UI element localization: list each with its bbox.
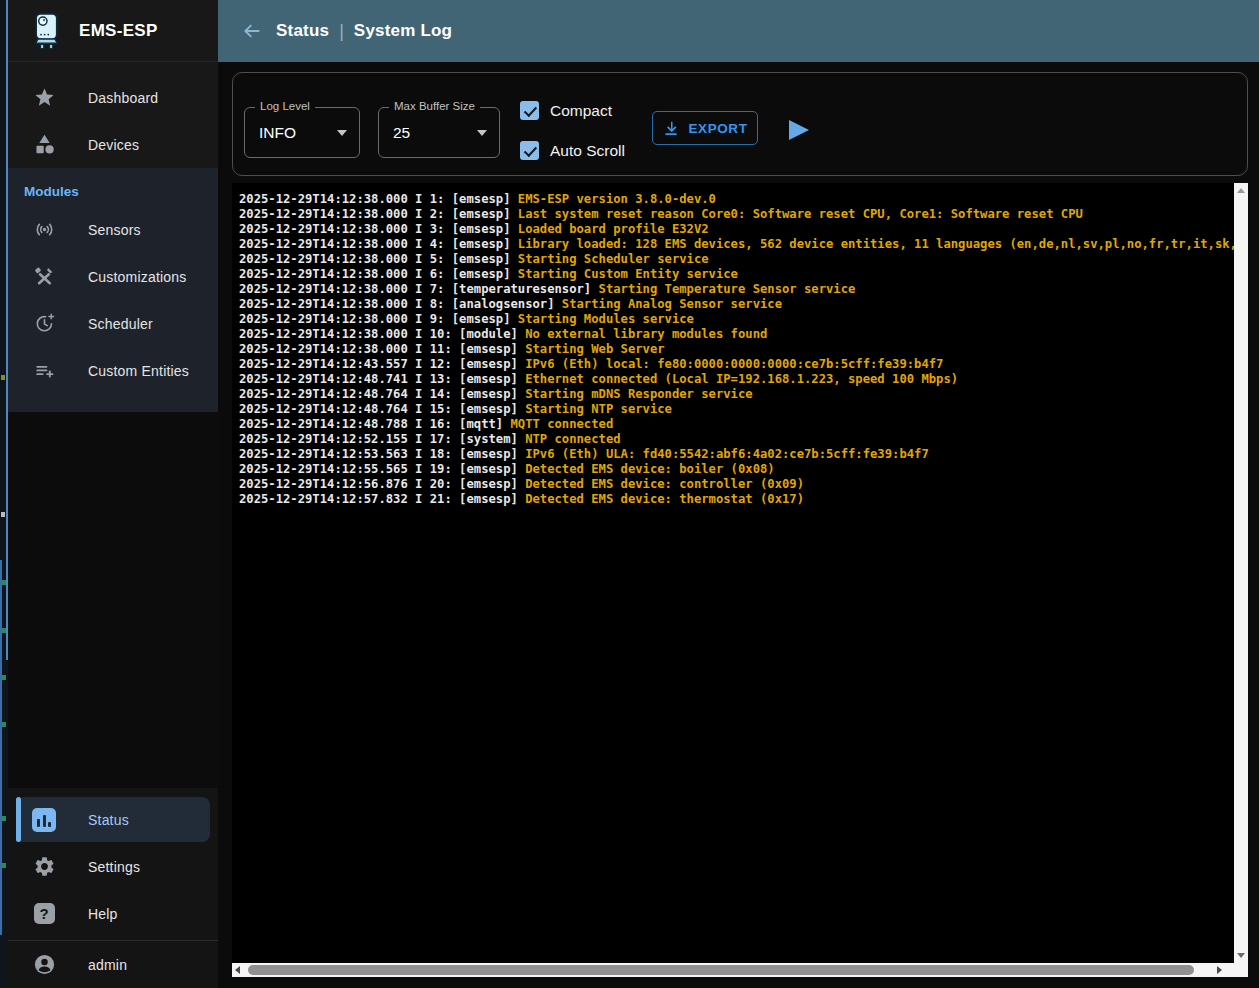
sidebar-item-devices[interactable]: Devices [8, 121, 218, 168]
sidebar-item-label: Devices [88, 137, 139, 153]
vertical-scrollbar[interactable] [1234, 183, 1248, 963]
horizontal-scrollbar-thumb[interactable] [248, 965, 1194, 975]
scroll-right-arrow-icon[interactable] [1217, 966, 1222, 974]
chevron-down-icon [337, 130, 347, 136]
scroll-left-arrow-icon[interactable] [235, 966, 240, 974]
log-line: 2025-12-29T14:12:56.876 I 20: [emsesp] D… [239, 477, 1234, 492]
max-buffer-label: Max Buffer Size [389, 100, 480, 112]
log-line: 2025-12-29T14:12:38.000 I 11: [emsesp] S… [239, 342, 1234, 357]
sidebar-item-settings[interactable]: Settings [8, 843, 218, 890]
compact-label: Compact [550, 102, 612, 120]
page-title: System Log [354, 21, 452, 41]
sidebar-item-help[interactable]: ? Help [8, 890, 218, 937]
system-log-panel: 2025-12-29T14:12:38.000 I 1: [emsesp] EM… [232, 183, 1248, 977]
max-buffer-value: 25 [393, 124, 410, 142]
log-line: 2025-12-29T14:12:38.000 I 1: [emsesp] EM… [239, 192, 1234, 207]
bar-chart-icon [32, 808, 56, 832]
sidebar-item-label: Settings [88, 859, 140, 875]
breadcrumb-divider: | [339, 21, 344, 42]
sidebar-item-label: Customizations [88, 269, 187, 285]
sidebar-spacer [8, 412, 218, 788]
autoscroll-label: Auto Scroll [550, 142, 625, 160]
log-line: 2025-12-29T14:12:38.000 I 7: [temperatur… [239, 282, 1234, 297]
log-line: 2025-12-29T14:12:43.557 I 12: [emsesp] I… [239, 357, 1234, 372]
log-level-select[interactable]: Log Level INFO [244, 107, 360, 158]
compact-checkbox[interactable] [520, 101, 539, 120]
log-line: 2025-12-29T14:12:53.563 I 18: [emsesp] I… [239, 447, 1234, 462]
autoscroll-checkbox-row: Auto Scroll [520, 141, 625, 160]
sidebar-item-sensors[interactable]: Sensors [8, 206, 218, 253]
compact-checkbox-row: Compact [520, 101, 612, 120]
log-line: 2025-12-29T14:12:48.764 I 14: [emsesp] S… [239, 387, 1234, 402]
log-line: 2025-12-29T14:12:38.000 I 6: [emsesp] St… [239, 267, 1234, 282]
sidebar-item-custom-entities[interactable]: Custom Entities [8, 347, 218, 394]
log-line: 2025-12-29T14:12:38.000 I 3: [emsesp] Lo… [239, 222, 1234, 237]
sidebar-item-admin[interactable]: admin [8, 940, 218, 988]
scroll-down-arrow-icon[interactable] [1237, 953, 1245, 958]
sidebar-bottom-group: Status Settings ? Help admin [8, 788, 218, 988]
arrow-left-icon [242, 21, 262, 41]
antenna-icon [32, 218, 56, 242]
sidebar-item-label: Dashboard [88, 90, 158, 106]
star-icon [32, 86, 56, 110]
playlist-add-icon [32, 359, 56, 383]
sidebar-item-label: Help [88, 906, 118, 922]
page-header: Status | System Log [218, 0, 1259, 62]
sidebar-item-scheduler[interactable]: Scheduler [8, 300, 218, 347]
sidebar-item-dashboard[interactable]: Dashboard [8, 74, 218, 121]
sidebar-item-label: Status [88, 812, 129, 828]
autoscroll-checkbox[interactable] [520, 141, 539, 160]
play-icon[interactable] [789, 120, 809, 140]
sidebar-item-label: Custom Entities [88, 363, 189, 379]
log-controls-panel: Log Level INFO Max Buffer Size 25 Compac… [232, 72, 1248, 176]
download-icon [662, 119, 680, 137]
log-line: 2025-12-29T14:12:55.565 I 19: [emsesp] D… [239, 462, 1234, 477]
tools-icon [32, 265, 56, 289]
background-window-strip [0, 0, 8, 988]
sidebar-item-label: admin [88, 957, 127, 973]
sidebar-modules-group: Modules Sensors [8, 168, 218, 412]
log-line: 2025-12-29T14:12:38.000 I 4: [emsesp] Li… [239, 237, 1234, 252]
export-label: EXPORT [688, 121, 747, 136]
scrollbar-corner [1234, 963, 1248, 977]
sidebar-item-label: Scheduler [88, 316, 153, 332]
person-icon [32, 953, 56, 977]
boiler-logo-icon [28, 11, 64, 51]
log-line: 2025-12-29T14:12:38.000 I 9: [emsesp] St… [239, 312, 1234, 327]
scroll-up-arrow-icon[interactable] [1237, 188, 1245, 193]
log-line: 2025-12-29T14:12:48.764 I 15: [emsesp] S… [239, 402, 1234, 417]
sidebar-item-customizations[interactable]: Customizations [8, 253, 218, 300]
breadcrumb-section: Status [276, 21, 329, 41]
sidebar-item-status[interactable]: Status [16, 797, 210, 842]
app-title: EMS-ESP [79, 21, 158, 41]
log-line: 2025-12-29T14:12:57.832 I 21: [emsesp] D… [239, 492, 1234, 507]
back-button[interactable] [242, 21, 262, 41]
export-button[interactable]: EXPORT [652, 111, 758, 145]
log-level-value: INFO [259, 124, 296, 142]
category-icon [32, 133, 56, 157]
app-logo-band: EMS-ESP [8, 0, 218, 62]
sidebar: EMS-ESP Dashboard Devices Modules [8, 0, 218, 988]
log-line: 2025-12-29T14:12:48.741 I 13: [emsesp] E… [239, 372, 1234, 387]
sidebar-item-label: Sensors [88, 222, 141, 238]
log-line: 2025-12-29T14:12:48.788 I 16: [mqtt] MQT… [239, 417, 1234, 432]
sidebar-top-group: Dashboard Devices [8, 62, 218, 168]
log-line: 2025-12-29T14:12:38.000 I 5: [emsesp] St… [239, 252, 1234, 267]
log-line: 2025-12-29T14:12:52.155 I 17: [system] N… [239, 432, 1234, 447]
log-line: 2025-12-29T14:12:38.000 I 10: [module] N… [239, 327, 1234, 342]
gear-icon [32, 855, 56, 879]
modules-section-header: Modules [8, 176, 218, 206]
horizontal-scrollbar[interactable] [232, 963, 1234, 977]
clock-plus-icon [32, 312, 56, 336]
max-buffer-select[interactable]: Max Buffer Size 25 [378, 107, 500, 158]
log-line: 2025-12-29T14:12:38.000 I 8: [analogsens… [239, 297, 1234, 312]
log-level-label: Log Level [255, 100, 315, 112]
chevron-down-icon [477, 130, 487, 136]
help-icon: ? [32, 902, 56, 926]
log-output: 2025-12-29T14:12:38.000 I 1: [emsesp] EM… [232, 183, 1234, 963]
log-line: 2025-12-29T14:12:38.000 I 2: [emsesp] La… [239, 207, 1234, 222]
